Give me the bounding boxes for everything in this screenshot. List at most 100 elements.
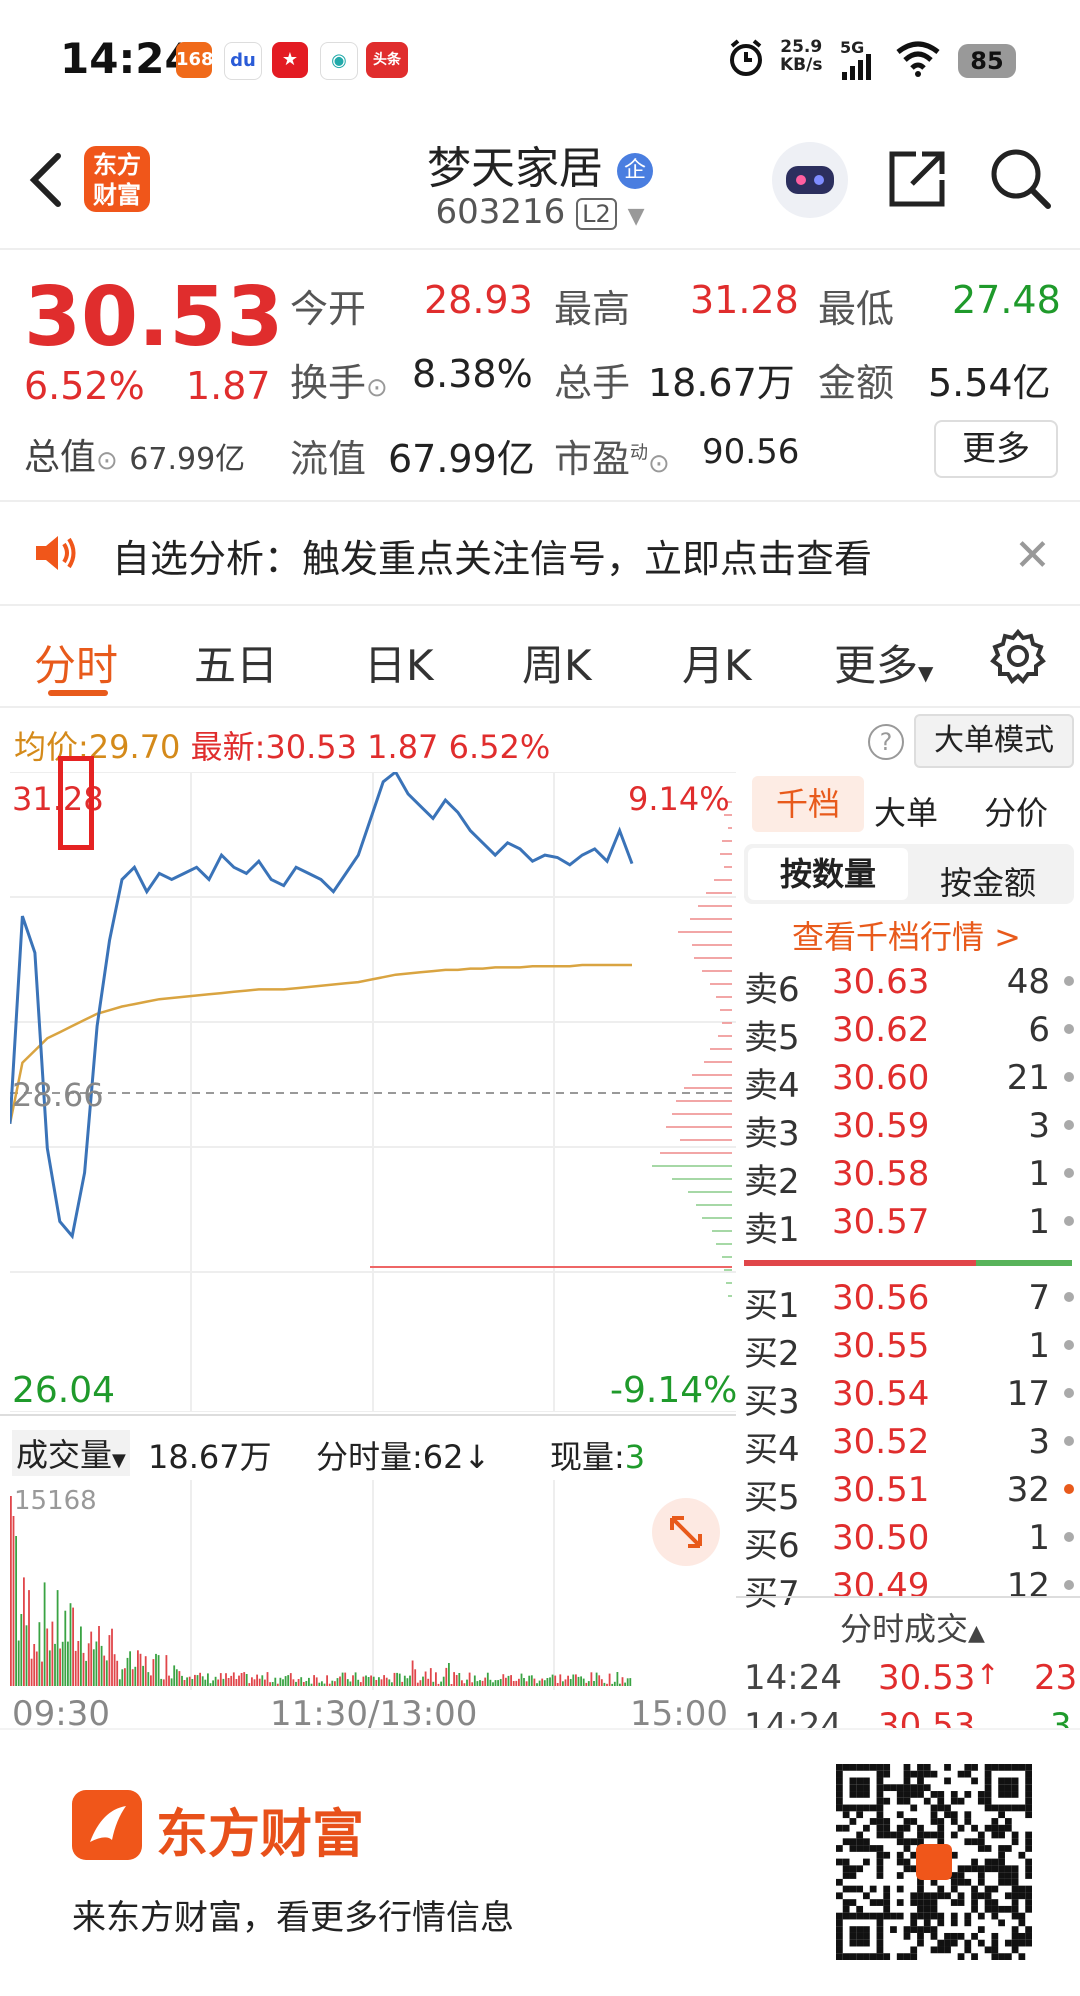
bid-row[interactable]: 买4 30.52 3 (744, 1422, 1080, 1470)
order-dot-icon (1064, 1120, 1074, 1130)
help-icon[interactable]: ? (868, 724, 904, 760)
ask-row[interactable]: 卖3 30.59 3 (744, 1106, 1080, 1154)
close-icon[interactable]: ✕ (1014, 530, 1051, 581)
ask-row[interactable]: 卖5 30.62 6 (744, 1010, 1080, 1058)
tab-daily-k[interactable]: 日K (364, 632, 434, 693)
trade-row: 14:24 30.53 3 (744, 1706, 1072, 1730)
big-order-mode-button[interactable]: 大单模式 (914, 714, 1074, 768)
high-value: 31.28 (690, 278, 799, 322)
share-icon[interactable] (886, 148, 948, 214)
volume-bar (54, 1643, 56, 1686)
ask-row[interactable]: 卖4 30.60 21 (744, 1058, 1080, 1106)
volume-bar (28, 1590, 30, 1686)
subtab-by-amount[interactable]: 按金额 (940, 858, 1036, 904)
ask-qty: 1 (1028, 1202, 1050, 1242)
order-dot-icon (1064, 1292, 1074, 1302)
bid-row[interactable]: 买6 30.50 1 (744, 1518, 1080, 1566)
volume-bar (90, 1631, 93, 1686)
bid-row[interactable]: 买2 30.55 1 (744, 1326, 1080, 1374)
volume-value: 18.67万 (648, 361, 795, 405)
volume-bar (139, 1653, 142, 1686)
subtab-by-quantity[interactable]: 按数量 (748, 848, 908, 900)
order-dot-icon (1064, 976, 1074, 986)
speaker-icon (32, 532, 80, 578)
volume-bar (616, 1672, 619, 1686)
volume-bar (549, 1677, 551, 1686)
volume-bar (523, 1678, 525, 1686)
turnover-value: 8.38% (412, 352, 533, 396)
volume-bar (502, 1674, 505, 1686)
volume-bar (494, 1680, 497, 1686)
bid-row[interactable]: 买5 30.51 32 (744, 1470, 1080, 1518)
current-price: 30.53 (24, 270, 284, 365)
info-icon: ⊙ (96, 446, 118, 476)
bid-price: 30.50 (832, 1518, 930, 1558)
volume-bar (585, 1682, 588, 1686)
tab-big-order[interactable]: 大单 (874, 788, 938, 834)
order-dot-icon (1064, 1340, 1074, 1350)
volume-selector[interactable]: 成交量▼ (12, 1430, 130, 1476)
volume-bar (165, 1655, 168, 1686)
float-value: 67.99亿 (388, 437, 535, 481)
enterprise-badge: 企 (617, 153, 653, 189)
tab-monthly-k[interactable]: 月K (682, 632, 752, 693)
volume-bar (422, 1676, 424, 1686)
volume-bar (82, 1652, 85, 1686)
volume-bar (300, 1677, 303, 1686)
volume-bar (30, 1658, 33, 1686)
bid-row[interactable]: 买1 30.56 7 (744, 1278, 1080, 1326)
intraday-chart[interactable] (10, 772, 736, 1412)
volume-bar (204, 1679, 207, 1686)
volume-bar (510, 1675, 512, 1686)
volume-bar (108, 1635, 111, 1686)
volume-bar (162, 1679, 165, 1686)
more-button[interactable]: 更多 (934, 420, 1058, 478)
volume-bar (240, 1673, 243, 1686)
volume-bar (391, 1682, 393, 1686)
notice-bar[interactable]: 自选分析：触发重点关注信号，立即点击查看 ✕ (0, 500, 1080, 606)
volume-bar (35, 1651, 38, 1686)
ask-row[interactable]: 卖1 30.57 1 (744, 1202, 1080, 1250)
volume-bar (310, 1683, 313, 1686)
volume-bar (69, 1603, 72, 1686)
robot-assistant-icon[interactable] (772, 142, 848, 218)
current-volume: 现量:3 (550, 1438, 646, 1476)
tab-thousand-level[interactable]: 千档 (752, 776, 864, 832)
volume-bar (38, 1622, 41, 1686)
volume-bar (357, 1679, 360, 1686)
info-icon: ⊙ (648, 449, 670, 479)
bid-qty: 1 (1028, 1518, 1050, 1558)
trades-title[interactable]: 分时成交▲ (840, 1604, 985, 1650)
volume-bar (411, 1660, 414, 1686)
tab-intraday[interactable]: 分时 (34, 632, 118, 693)
volume-bar (344, 1672, 347, 1686)
volume-bar (593, 1681, 595, 1686)
ask-row[interactable]: 卖6 30.63 48 (744, 962, 1080, 1010)
bid-row[interactable]: 买3 30.54 17 (744, 1374, 1080, 1422)
volume-bar (606, 1683, 608, 1686)
notice-text[interactable]: 自选分析：触发重点关注信号，立即点击查看 (112, 528, 872, 583)
volume-bar (225, 1673, 227, 1686)
volume-bar (562, 1681, 564, 1686)
volume-bar (512, 1681, 515, 1686)
volume-bar (209, 1683, 212, 1686)
search-icon[interactable] (988, 146, 1054, 216)
minute-volume: 分时量:62↓ (316, 1438, 491, 1476)
total-value: 总值⊙ 67.99亿 (24, 437, 246, 478)
volume-bar (551, 1674, 554, 1686)
volume-bar (590, 1672, 593, 1686)
qr-code (836, 1764, 1032, 1960)
expand-icon[interactable] (652, 1498, 720, 1566)
order-dot-icon (1064, 1388, 1074, 1398)
ask-row[interactable]: 卖2 30.58 1 (744, 1154, 1080, 1202)
volume-bar (403, 1675, 406, 1686)
volume-bar (256, 1674, 258, 1686)
volume-bar (370, 1675, 372, 1686)
tab-five-day[interactable]: 五日 (194, 632, 278, 693)
view-depth-link[interactable]: 查看千档行情 > (792, 912, 1021, 958)
tab-price-dist[interactable]: 分价 (984, 788, 1048, 834)
tab-more[interactable]: 更多▼ (834, 632, 933, 693)
settings-gear-icon[interactable] (990, 628, 1046, 688)
volume-bar (266, 1672, 269, 1686)
tab-weekly-k[interactable]: 周K (522, 632, 592, 693)
